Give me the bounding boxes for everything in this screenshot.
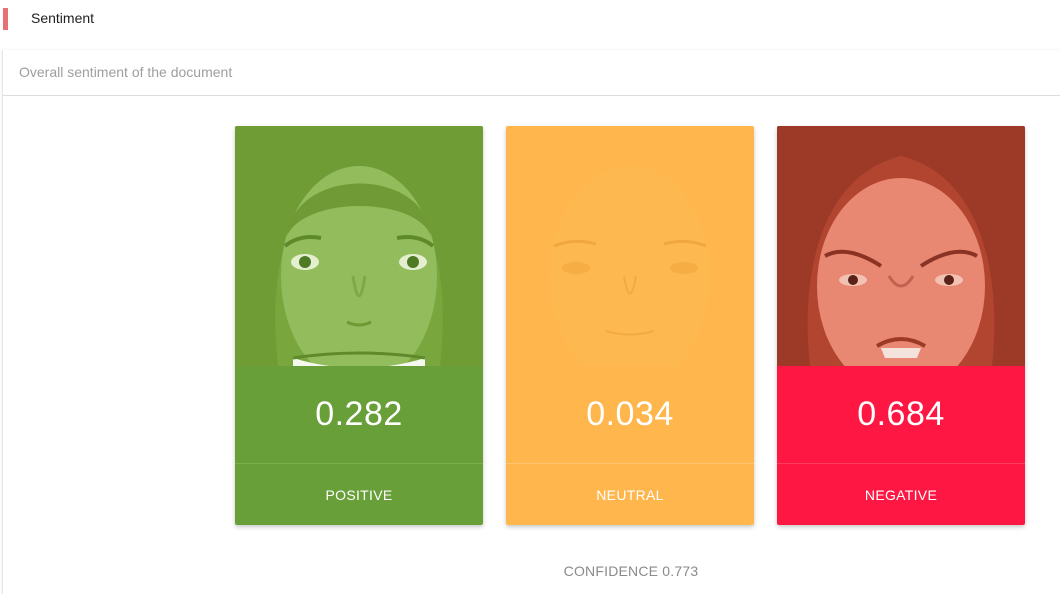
confidence-value: CONFIDENCE 0.773: [563, 563, 699, 579]
positive-label: POSITIVE: [235, 464, 483, 525]
neutral-score: 0.034: [506, 366, 754, 463]
negative-label: NEGATIVE: [777, 464, 1025, 525]
neutral-face-photo: [506, 126, 754, 366]
panel-header: Overall sentiment of the document: [3, 50, 1060, 96]
sentiment-card-neutral: 0.034 NEUTRAL: [506, 126, 754, 525]
sentiment-card-negative: 0.684 NEGATIVE: [777, 126, 1025, 525]
negative-score: 0.684: [777, 366, 1025, 463]
section-header: Sentiment: [0, 0, 1060, 46]
sentiment-card-positive: 0.282 POSITIVE: [235, 126, 483, 525]
sentiment-panel: Overall sentiment of the document 0.282 …: [2, 50, 1060, 594]
happy-face-photo: [235, 126, 483, 366]
section-title: Sentiment: [31, 10, 95, 26]
neutral-label: NEUTRAL: [506, 464, 754, 525]
section-accent-bar: [3, 8, 8, 30]
positive-score: 0.282: [235, 366, 483, 463]
panel-subtitle: Overall sentiment of the document: [19, 64, 233, 80]
angry-face-photo: [777, 126, 1025, 366]
